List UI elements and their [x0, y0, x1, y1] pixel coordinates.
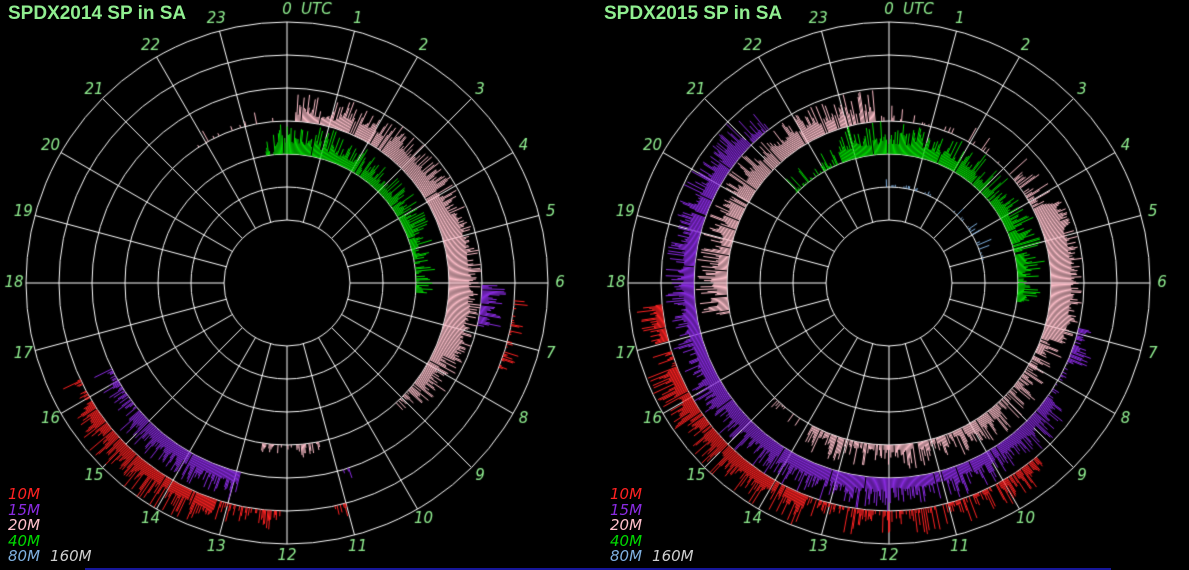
legend-row: 80M 160M [8, 549, 92, 565]
legend-row: 80M 160M [610, 549, 694, 565]
legend-item-160m: 160M [50, 547, 92, 565]
legend-item-160m: 160M [652, 547, 694, 565]
band-legend-right: 10M 15M 20M 40M 80M160M [610, 487, 694, 565]
band-legend-left: 10M 15M 20M 40M 80M160M [8, 487, 92, 565]
chart-title-spdx2014: SPDX2014 SP in SA [8, 3, 186, 25]
propagation-polar-charts-canvas [0, 0, 1189, 570]
screen: SPDX2014 SP in SA SPDX2015 SP in SA 10M … [0, 0, 1189, 570]
legend-item-80m: 80M [8, 547, 40, 565]
legend-item-80m: 80M [610, 547, 642, 565]
chart-title-spdx2015: SPDX2015 SP in SA [604, 3, 782, 25]
